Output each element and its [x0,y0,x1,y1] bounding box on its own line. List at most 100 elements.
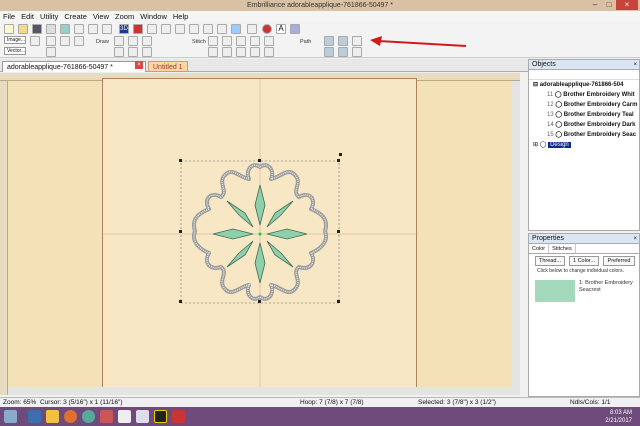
draw-bezier-icon[interactable] [142,47,152,57]
ruler-icon[interactable] [161,24,171,34]
objects-panel: Objects × ⊟ adorableapplique-761866-504 1… [528,59,640,231]
stitch-fill-icon[interactable] [236,36,246,46]
menu-window[interactable]: Window [140,12,167,21]
stitch-cross-icon[interactable] [222,47,232,57]
vertical-scrollbar[interactable] [512,81,520,387]
start-icon[interactable] [4,410,17,423]
save-icon[interactable] [32,24,42,34]
other-app-icon[interactable] [172,410,185,423]
color-film-icon[interactable] [133,24,143,34]
tab-stitches[interactable]: Stitches [549,244,576,253]
3d-view-icon[interactable]: 3D [119,24,129,34]
taskbar: 8:03 AM 2/21/2017 [0,407,640,426]
export-icon[interactable] [60,24,70,34]
stitch-trim-icon[interactable] [264,47,274,57]
design-canvas[interactable] [0,73,520,395]
tree-item[interactable]: 12 ◯ Brother Embroidery Carm [529,100,639,110]
tree-design[interactable]: ⊞ ◯ Design [529,140,639,150]
one-color-button[interactable]: 1 Color... [569,256,599,266]
redo-icon[interactable] [102,24,112,34]
menu-view[interactable]: View [93,12,109,21]
thread-button[interactable]: Thread... [535,256,565,266]
draw-label: Draw [96,39,109,45]
hoop-area[interactable] [102,78,418,389]
tree-item[interactable]: 14 ◯ Brother Embroidery Dark [529,120,639,130]
paint-icon[interactable] [136,410,149,423]
minimize-button[interactable]: – [588,0,602,10]
applique-design[interactable] [103,79,418,389]
grid-icon[interactable] [175,24,185,34]
objects-close-icon[interactable]: × [633,60,637,70]
tab-color[interactable]: Color [529,244,550,253]
menu-edit[interactable]: Edit [21,12,34,21]
open-icon[interactable] [18,24,28,34]
cut-icon[interactable] [74,24,84,34]
tab-untitled-1[interactable]: Untitled 1 * [148,61,188,82]
draw-corner-icon[interactable] [128,47,138,57]
path-smooth-icon[interactable] [352,47,362,57]
tab-adorableapplique[interactable]: adorableapplique-761866-50497 * [2,61,146,72]
menu-utility[interactable]: Utility [40,12,58,21]
image-icon[interactable] [290,24,300,34]
stitch-bean-icon[interactable] [264,36,274,46]
chrome-icon[interactable] [82,410,95,423]
resize-icon[interactable] [189,24,199,34]
image-button[interactable]: Image... [4,36,26,44]
record-icon[interactable] [262,24,272,34]
horizontal-scrollbar[interactable] [8,387,520,395]
fill-icon[interactable] [46,47,56,57]
stitch-run-icon[interactable] [208,36,218,46]
draw-curve-icon[interactable] [128,36,138,46]
tree-root[interactable]: ⊟ adorableapplique-761866-504 [529,80,639,90]
preferred-button[interactable]: Preferred [603,256,635,266]
stitch-offset-icon[interactable] [250,47,260,57]
explorer-icon[interactable] [46,410,59,423]
mirror-icon[interactable] [203,24,213,34]
menu-help[interactable]: Help [173,12,188,21]
window-title: Embrilliance adorableapplique-761866-504… [247,2,393,9]
stitch-edge-icon[interactable] [236,47,246,57]
stitch-motif-icon[interactable] [208,47,218,57]
menu-create[interactable]: Create [64,12,87,21]
select-icon[interactable] [231,24,241,34]
thread-swatch[interactable] [535,280,575,302]
draw-point-icon[interactable] [114,47,124,57]
menu-zoom[interactable]: Zoom [115,12,134,21]
tree-item[interactable]: 15 ◯ Brother Embroidery Seac [529,130,639,140]
wand-icon[interactable] [46,36,56,46]
tool-icon[interactable] [147,24,157,34]
tree-item[interactable]: 13 ◯ Brother Embroidery Teal [529,110,639,120]
stitch-satin-icon[interactable] [222,36,232,46]
notepad-icon[interactable] [118,410,131,423]
lock-icon[interactable] [60,36,70,46]
draw-line-icon[interactable] [114,36,124,46]
maximize-button[interactable]: □ [602,0,616,10]
print-icon[interactable] [46,24,56,34]
close-tab-icon[interactable]: × [135,61,143,69]
draw-shape-icon[interactable] [142,36,152,46]
node-icon[interactable] [74,36,84,46]
ie-icon[interactable] [28,410,41,423]
properties-title: Properties [532,235,564,242]
stitch-applique-icon[interactable] [250,36,260,46]
path-break-icon[interactable] [324,47,334,57]
rotate-icon[interactable] [217,24,227,34]
clock[interactable]: 8:03 AM 2/21/2017 [605,409,632,425]
vector-button[interactable]: Vector... [4,47,26,55]
close-button[interactable]: × [616,0,638,10]
app-icon[interactable] [100,410,113,423]
new-icon[interactable] [4,24,14,34]
path-open-icon[interactable] [324,36,334,46]
firefox-icon[interactable] [64,410,77,423]
tree-item[interactable]: 11 ◯ Brother Embroidery Whit [529,90,639,100]
properties-close-icon[interactable]: × [633,234,637,244]
text-icon[interactable]: A [276,24,286,34]
path-close-icon[interactable] [338,36,348,46]
path-join-icon[interactable] [352,36,362,46]
zoom-icon[interactable] [247,24,257,34]
hand-icon[interactable] [30,36,40,46]
menu-file[interactable]: File [3,12,15,21]
embrilliance-taskbar-icon[interactable] [154,410,167,423]
undo-icon[interactable] [88,24,98,34]
path-reverse-icon[interactable] [338,47,348,57]
